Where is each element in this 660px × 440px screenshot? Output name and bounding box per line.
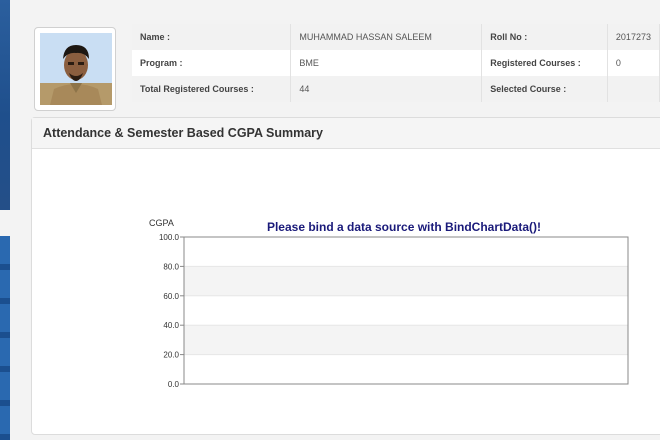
y-tick-label: 80.0	[163, 262, 179, 271]
name-value: MUHAMMAD HASSAN SALEEM	[290, 24, 483, 50]
cgpa-summary-panel: Attendance & Semester Based CGPA Summary…	[31, 117, 660, 435]
registered-courses-value: 0	[607, 50, 660, 76]
total-courses-value: 44	[290, 76, 483, 102]
total-courses-label: Total Registered Courses :	[132, 76, 292, 102]
y-axis-label: CGPA	[149, 218, 174, 228]
info-row-total: Total Registered Courses : 44 Selected C…	[132, 76, 660, 102]
info-row-program: Program : BME Registered Courses : 0	[132, 50, 660, 76]
registered-courses-label: Registered Courses :	[481, 50, 608, 76]
student-photo-frame	[34, 27, 116, 111]
y-tick-label: 20.0	[163, 351, 179, 360]
student-photo	[40, 33, 112, 105]
cgpa-chart: 100.0 80.0 60.0 40.0 20.0 0.0 CGPA Please bind …	[149, 218, 629, 389]
roll-value: 2017273	[607, 24, 660, 50]
plot-area-border	[183, 236, 629, 385]
y-tick-label: 0.0	[168, 380, 180, 389]
y-tick-label: 60.0	[163, 292, 179, 301]
program-value: BME	[290, 50, 483, 76]
grid-band	[184, 325, 628, 355]
sidebar-edge-menu	[0, 236, 10, 440]
info-row-name: Name : MUHAMMAD HASSAN SALEEM Roll No : …	[132, 24, 660, 50]
grid-band	[184, 266, 628, 296]
sidebar-edge-top	[0, 0, 10, 210]
name-label: Name :	[132, 24, 292, 50]
y-tick-label: 100.0	[159, 233, 180, 242]
chart-title: Please bind a data source with BindChart…	[267, 220, 541, 234]
selected-course-value[interactable]	[607, 76, 660, 102]
selected-course-label: Selected Course :	[481, 76, 608, 102]
program-label: Program :	[132, 50, 292, 76]
y-tick-label: 40.0	[163, 321, 179, 330]
student-info-table: Name : MUHAMMAD HASSAN SALEEM Roll No : …	[132, 24, 660, 102]
roll-label: Roll No :	[481, 24, 608, 50]
